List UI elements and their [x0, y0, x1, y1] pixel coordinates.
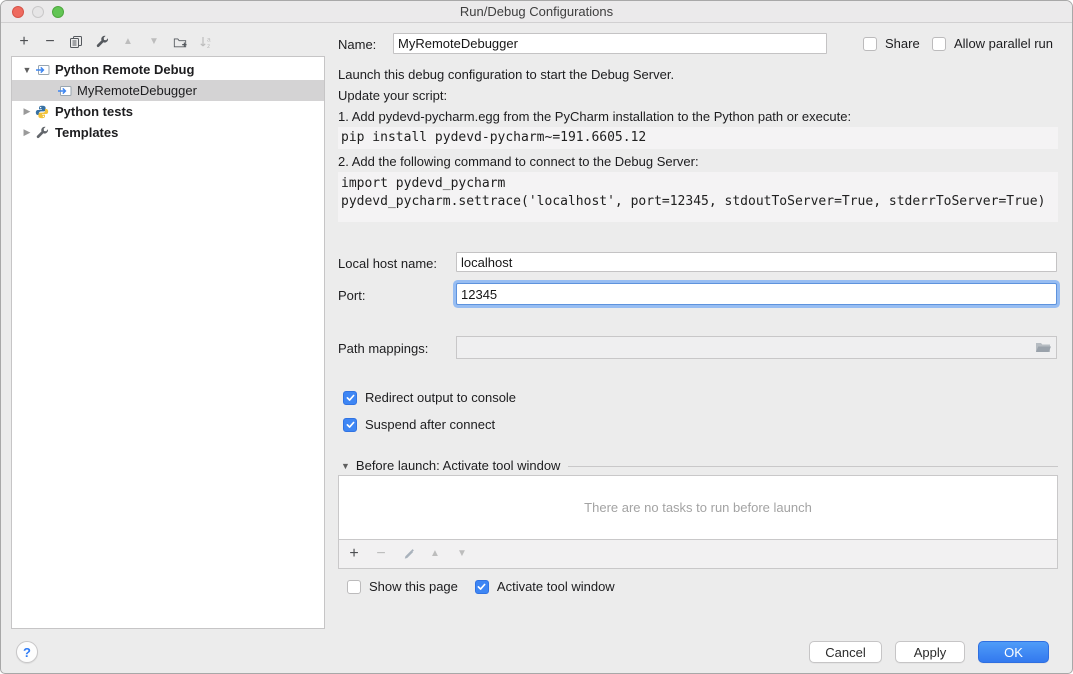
copy-configuration-icon[interactable]: [69, 34, 83, 50]
allow-parallel-run-checkbox[interactable]: [932, 37, 946, 51]
before-launch-task-list[interactable]: There are no tasks to run before launch: [338, 475, 1058, 540]
local-host-name-label: Local host name:: [338, 256, 437, 271]
tree-item-label: Python Remote Debug: [55, 62, 194, 77]
title-bar: Run/Debug Configurations: [1, 1, 1072, 23]
move-task-up-button: ▲: [428, 546, 442, 562]
move-up-button: ▲: [121, 34, 135, 50]
tree-item-my-remote-debugger[interactable]: MyRemoteDebugger: [12, 80, 324, 101]
instruction-line-2: Update your script:: [338, 88, 447, 103]
expand-icon[interactable]: ▶: [20, 106, 34, 117]
allow-parallel-run-checkbox-row: Allow parallel run: [932, 36, 1053, 51]
share-checkbox-row: Share: [863, 36, 920, 51]
suspend-after-connect-row: Suspend after connect: [343, 417, 495, 432]
share-checkbox[interactable]: [863, 37, 877, 51]
port-input[interactable]: [456, 283, 1057, 305]
redirect-output-row: Redirect output to console: [343, 390, 516, 405]
minimize-window-button: [32, 6, 44, 18]
show-this-page-row: Show this page: [347, 579, 458, 594]
before-launch-section-header: ▼ Before launch: Activate tool window: [341, 458, 1058, 473]
window-title: Run/Debug Configurations: [1, 1, 1072, 22]
instruction-step-2: 2. Add the following command to connect …: [338, 154, 699, 169]
python-icon: [34, 105, 50, 119]
pip-install-code-block: pip install pydevd-pycharm~=191.6605.12: [338, 127, 1058, 149]
configurations-toolbar: + − ▲ ▼ az: [17, 30, 213, 54]
tree-item-label: Templates: [55, 125, 118, 140]
activate-tool-window-checkbox[interactable]: [475, 580, 489, 594]
remote-debug-icon: [56, 84, 72, 98]
name-label: Name:: [338, 37, 376, 52]
suspend-after-connect-checkbox[interactable]: [343, 418, 357, 432]
before-launch-title: Before launch: Activate tool window: [356, 458, 561, 473]
collapse-icon[interactable]: ▼: [20, 65, 34, 75]
close-window-button[interactable]: [12, 6, 24, 18]
before-launch-toolbar: + − ▲ ▼: [338, 539, 1058, 569]
wrench-icon: [34, 126, 50, 140]
svg-text:z: z: [207, 43, 210, 49]
move-task-down-button: ▼: [455, 546, 469, 562]
help-button[interactable]: ?: [16, 641, 38, 663]
activate-tool-window-row: Activate tool window: [475, 579, 615, 594]
path-mappings-label: Path mappings:: [338, 341, 428, 356]
tree-item-python-tests[interactable]: ▶ Python tests: [12, 101, 324, 122]
redirect-output-checkbox[interactable]: [343, 391, 357, 405]
instruction-step-1: 1. Add pydevd-pycharm.egg from the PyCha…: [338, 109, 851, 124]
redirect-output-label[interactable]: Redirect output to console: [365, 390, 516, 405]
activate-tool-window-label[interactable]: Activate tool window: [497, 579, 615, 594]
settrace-code-block: import pydevd_pycharm pydevd_pycharm.set…: [338, 172, 1058, 222]
tree-item-python-remote-debug[interactable]: ▼ Python Remote Debug: [12, 59, 324, 80]
collapse-icon[interactable]: ▼: [341, 461, 350, 471]
share-label[interactable]: Share: [885, 36, 920, 51]
remove-task-button: −: [374, 546, 388, 562]
instruction-line-1: Launch this debug configuration to start…: [338, 67, 674, 82]
move-down-button: ▼: [147, 34, 161, 50]
tree-item-templates[interactable]: ▶ Templates: [12, 122, 324, 143]
browse-folder-icon[interactable]: [1035, 341, 1051, 354]
tree-item-label: Python tests: [55, 104, 133, 119]
edit-task-pencil-icon: [401, 546, 415, 562]
show-this-page-checkbox[interactable]: [347, 580, 361, 594]
sort-alphabetically-icon: az: [199, 34, 213, 50]
bottom-options-row: Show this page Activate tool window: [347, 579, 615, 594]
section-rule: [568, 466, 1058, 467]
port-label: Port:: [338, 288, 365, 303]
expand-icon[interactable]: ▶: [20, 127, 34, 138]
run-debug-configurations-dialog: Run/Debug Configurations + − ▲ ▼ az ▼ Py…: [0, 0, 1073, 674]
remove-configuration-button[interactable]: −: [43, 34, 57, 50]
name-input[interactable]: [393, 33, 827, 54]
edit-templates-wrench-icon[interactable]: [95, 34, 109, 50]
add-configuration-button[interactable]: +: [17, 34, 31, 50]
ok-button[interactable]: OK: [978, 641, 1049, 663]
allow-parallel-run-label[interactable]: Allow parallel run: [954, 36, 1053, 51]
code-line-import: import pydevd_pycharm: [341, 175, 1058, 193]
add-task-button[interactable]: +: [347, 546, 361, 562]
configurations-tree: ▼ Python Remote Debug MyRemoteDebugger ▶…: [11, 56, 325, 629]
cancel-button[interactable]: Cancel: [809, 641, 882, 663]
local-host-name-input[interactable]: [456, 252, 1057, 272]
zoom-window-button[interactable]: [52, 6, 64, 18]
suspend-after-connect-label[interactable]: Suspend after connect: [365, 417, 495, 432]
new-folder-icon[interactable]: [173, 34, 187, 50]
code-line-settrace: pydevd_pycharm.settrace('localhost', por…: [341, 193, 1058, 211]
remote-debug-icon: [34, 63, 50, 77]
tree-item-label: MyRemoteDebugger: [77, 83, 197, 98]
no-tasks-message: There are no tasks to run before launch: [584, 500, 812, 515]
apply-button[interactable]: Apply: [895, 641, 965, 663]
path-mappings-field[interactable]: [456, 336, 1057, 359]
show-this-page-label[interactable]: Show this page: [369, 579, 458, 594]
